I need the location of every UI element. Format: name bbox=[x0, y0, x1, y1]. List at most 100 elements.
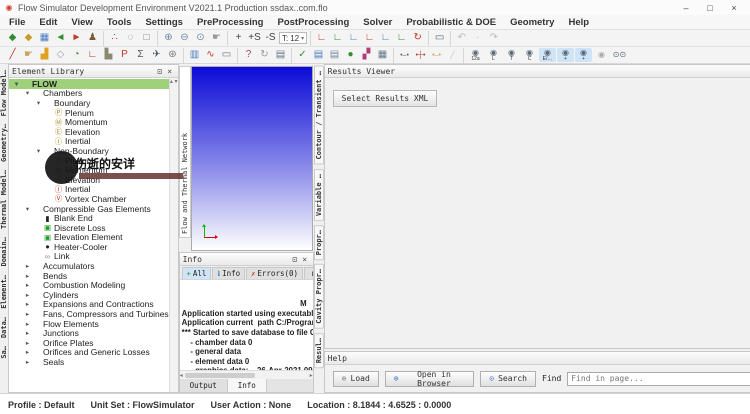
tree-chambers[interactable]: ▾ Chambers bbox=[9, 89, 169, 99]
tree-elevation-element[interactable]: ▣ Elevation Element bbox=[9, 233, 169, 243]
load-button[interactable]: ⊕ Load bbox=[333, 371, 379, 387]
export-network-icon[interactable]: ► bbox=[69, 31, 84, 45]
view-zy-icon[interactable]: ∟ bbox=[394, 31, 409, 45]
view-xz-icon[interactable]: ∟ bbox=[346, 31, 361, 45]
tree-fans[interactable]: ▸ Fans, Compressors and Turbines bbox=[9, 309, 169, 319]
tree-plenum-nonboundary[interactable]: Ⓟ Plenum bbox=[9, 156, 169, 166]
find-input[interactable] bbox=[567, 372, 750, 386]
view-zx-icon[interactable]: ∟ bbox=[378, 31, 393, 45]
select-nodes-icon[interactable]: ∴ bbox=[107, 31, 122, 45]
close-button[interactable]: × bbox=[722, 3, 746, 13]
tree-seals[interactable]: ▸ Seals bbox=[9, 357, 169, 367]
tree-expand-icon[interactable]: ▸ bbox=[23, 310, 32, 318]
machine-icon[interactable]: ▙ bbox=[101, 48, 116, 62]
menu-item[interactable]: Help bbox=[561, 17, 596, 28]
tree-inertial-nonboundary[interactable]: Ⓘ Inertial bbox=[9, 185, 169, 195]
scroll-right-icon[interactable]: ▸ bbox=[310, 372, 313, 379]
select-results-xml-button[interactable]: Select Results XML bbox=[333, 90, 438, 107]
pie-chart-icon[interactable]: ◔ bbox=[69, 48, 84, 62]
draw-line-icon[interactable]: ╱ bbox=[5, 48, 20, 62]
pan-icon[interactable]: ☛ bbox=[209, 31, 224, 45]
menu-item[interactable]: Settings bbox=[138, 17, 189, 28]
cube-icon[interactable]: ◇ bbox=[53, 48, 68, 62]
select-region-icon[interactable]: ◌ bbox=[123, 31, 138, 45]
left-vertical-tab[interactable]: Data… bbox=[0, 317, 8, 338]
validate-icon[interactable]: ✓ bbox=[295, 48, 310, 62]
tree-expand-icon[interactable]: ▸ bbox=[23, 262, 32, 270]
decrease-symbol-icon[interactable]: -S bbox=[263, 31, 278, 45]
display-l-toggle[interactable]: ◉L bbox=[485, 48, 502, 62]
redo-icon[interactable]: ↷ bbox=[486, 31, 501, 45]
screen-capture-icon[interactable]: ▭ bbox=[432, 31, 447, 45]
tree-expansions[interactable]: ▸ Expansions and Contractions bbox=[9, 300, 169, 310]
center-view-icon[interactable]: + bbox=[231, 31, 246, 45]
tree-link[interactable]: ∞ Link bbox=[9, 252, 169, 262]
scroll-thumb[interactable] bbox=[185, 373, 255, 378]
view-rotate-icon[interactable]: ↻ bbox=[410, 31, 425, 45]
select-box-icon[interactable]: □ bbox=[139, 31, 154, 45]
display-pick-toggle[interactable]: ◉+ bbox=[557, 48, 574, 62]
menu-item[interactable]: Tools bbox=[100, 17, 139, 28]
view-yz-icon[interactable]: ∟ bbox=[330, 31, 345, 45]
path-icon[interactable]: P bbox=[117, 48, 132, 62]
scroll-up-icon[interactable]: ▴ bbox=[170, 79, 173, 85]
scroll-down-icon[interactable]: ▾ bbox=[175, 79, 178, 85]
menu-item[interactable]: Solver bbox=[356, 17, 399, 28]
pin-icon[interactable]: ⊡ bbox=[290, 255, 300, 264]
results-chart-icon[interactable]: ▥ bbox=[187, 48, 202, 62]
zoom-window-icon[interactable]: ⊙ bbox=[193, 31, 208, 45]
hand-tool-icon[interactable]: ☛ bbox=[21, 48, 36, 62]
tree-compressible-gas[interactable]: ▾ Compressible Gas Elements bbox=[9, 204, 169, 214]
output-tab[interactable]: Output bbox=[180, 379, 228, 392]
tree-boundary[interactable]: ▾ Boundary bbox=[9, 98, 169, 108]
display-e-toggle[interactable]: ◉E/… bbox=[539, 48, 556, 62]
tree-flow-elements[interactable]: ▸ Flow Elements bbox=[9, 319, 169, 329]
display-icon[interactable]: ▭ bbox=[219, 48, 234, 62]
stats-chart-icon[interactable]: ▞ bbox=[359, 48, 374, 62]
tree-plenum-boundary[interactable]: Ⓟ Plenum bbox=[9, 108, 169, 118]
tree-expand-icon[interactable]: ▸ bbox=[23, 339, 32, 347]
xml-file-icon[interactable]: ▤ bbox=[327, 48, 342, 62]
info-log[interactable]: MApplication started using executable at… bbox=[180, 280, 313, 370]
tree-expand-icon[interactable]: ▸ bbox=[23, 272, 32, 280]
tree-momentum-boundary[interactable]: Ⓜ Momentum bbox=[9, 117, 169, 127]
new-network-icon[interactable]: ◆ bbox=[5, 31, 20, 45]
tree-heater-cooler[interactable]: ● Heater-Cooler bbox=[9, 242, 169, 252]
viewport-canvas[interactable] bbox=[191, 66, 313, 251]
left-vertical-tab[interactable]: Geometry… bbox=[0, 124, 8, 162]
history-icon[interactable]: · bbox=[470, 31, 485, 45]
left-vertical-tab[interactable]: Element… bbox=[0, 275, 8, 309]
display-off-toggle[interactable]: ◉ bbox=[593, 48, 610, 62]
tree-expand-icon[interactable]: ▸ bbox=[23, 329, 32, 337]
info-tab-errors[interactable]: ✗ Errors(0) bbox=[246, 267, 303, 279]
tree-inertial-boundary[interactable]: Ⓘ Inertial bbox=[9, 137, 169, 147]
left-vertical-tab[interactable]: Thermal Model… bbox=[0, 170, 8, 229]
pin-icon[interactable]: ⊡ bbox=[155, 67, 165, 76]
chain-tool-icon[interactable]: •–• bbox=[429, 48, 444, 62]
measure-icon[interactable]: ∟ bbox=[85, 48, 100, 62]
tree-expand-icon[interactable]: ▸ bbox=[23, 281, 32, 289]
menu-item[interactable]: PreProcessing bbox=[190, 17, 271, 28]
undo-icon[interactable]: ↶ bbox=[454, 31, 469, 45]
maximize-button[interactable]: □ bbox=[698, 3, 722, 13]
close-icon[interactable]: × bbox=[300, 255, 310, 264]
display-12a-toggle[interactable]: ◉12a bbox=[467, 48, 484, 62]
airplane-icon[interactable]: ✈ bbox=[149, 48, 164, 62]
info-tab-all[interactable]: + All bbox=[182, 267, 212, 279]
tree-elevation-nonboundary[interactable]: Ⓔ Elevation bbox=[9, 175, 169, 185]
link-tool-icon[interactable]: •–• bbox=[397, 48, 412, 62]
right-vertical-tab[interactable]: Variable … bbox=[314, 169, 324, 221]
link-disabled-icon[interactable]: ╱ bbox=[445, 48, 460, 62]
tree-expand-icon[interactable]: ▸ bbox=[23, 348, 32, 356]
save-all-icon[interactable]: ▤ bbox=[273, 48, 288, 62]
scroll-left-icon[interactable]: ◂ bbox=[180, 372, 183, 379]
display-pick2-toggle[interactable]: ◉+ bbox=[575, 48, 592, 62]
gear-search-icon[interactable]: ⊛ bbox=[165, 48, 180, 62]
menu-item[interactable]: Edit bbox=[32, 17, 64, 28]
left-vertical-tab[interactable]: Domain… bbox=[0, 237, 8, 267]
tree-expand-icon[interactable]: ▾ bbox=[23, 205, 32, 213]
text-size-dropdown[interactable]: T: 12 ▾ bbox=[279, 32, 307, 44]
tree-orifice-plates[interactable]: ▸ Orifice Plates bbox=[9, 338, 169, 348]
plot-curve-icon[interactable]: ∿ bbox=[203, 48, 218, 62]
notes-icon[interactable]: ▤ bbox=[311, 48, 326, 62]
